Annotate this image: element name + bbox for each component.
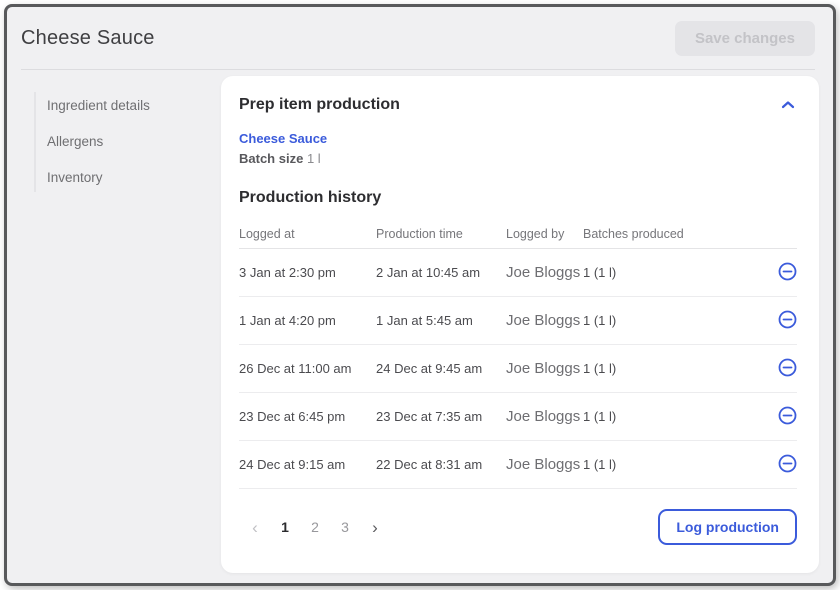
production-history-title: Production history — [239, 189, 797, 207]
page-header: Cheese Sauce Save changes — [7, 7, 833, 70]
minus-circle-icon — [778, 358, 797, 377]
remove-entry-button[interactable] — [778, 262, 797, 281]
table-header-row: Logged at Production time Logged by Batc… — [239, 219, 797, 249]
cell-logged-at: 24 Dec at 9:15 am — [239, 457, 376, 472]
sidebar-item-ingredient-details[interactable]: Ingredient details — [47, 92, 221, 120]
cell-batches-produced: 1 (1 l) — [583, 265, 761, 280]
panel-title: Prep item production — [239, 96, 400, 114]
pagination-page-2[interactable]: 2 — [305, 517, 325, 537]
cell-logged-at: 3 Jan at 2:30 pm — [239, 265, 376, 280]
cell-production-time: 23 Dec at 7:35 am — [376, 409, 506, 424]
cell-logged-at: 23 Dec at 6:45 pm — [239, 409, 376, 424]
column-header-production-time: Production time — [376, 227, 506, 241]
remove-entry-button[interactable] — [778, 310, 797, 329]
table-row: 3 Jan at 2:30 pm 2 Jan at 10:45 am Joe B… — [239, 249, 797, 297]
sidebar: Ingredient details Allergens Inventory — [7, 70, 221, 583]
table-footer: ‹ 1 2 3 › Log production — [239, 509, 797, 545]
batch-size-label: Batch size — [239, 151, 303, 166]
minus-circle-icon — [778, 454, 797, 473]
production-history-table: Logged at Production time Logged by Batc… — [239, 219, 797, 489]
sidebar-item-allergens[interactable]: Allergens — [47, 128, 221, 156]
cell-batches-produced: 1 (1 l) — [583, 457, 761, 472]
pagination: ‹ 1 2 3 › — [245, 517, 385, 538]
cell-batches-produced: 1 (1 l) — [583, 313, 761, 328]
cell-production-time: 2 Jan at 10:45 am — [376, 265, 506, 280]
cell-logged-at: 26 Dec at 11:00 am — [239, 361, 376, 376]
column-header-logged-at: Logged at — [239, 227, 376, 241]
sidebar-item-inventory[interactable]: Inventory — [47, 164, 221, 192]
cell-production-time: 22 Dec at 8:31 am — [376, 457, 506, 472]
cell-production-time: 24 Dec at 9:45 am — [376, 361, 506, 376]
cell-logged-by: Joe Bloggs — [506, 456, 583, 473]
prep-item-production-panel: Prep item production Cheese Sauce Batch … — [221, 76, 819, 573]
save-button[interactable]: Save changes — [675, 21, 815, 56]
remove-entry-button[interactable] — [778, 454, 797, 473]
cell-logged-at: 1 Jan at 4:20 pm — [239, 313, 376, 328]
table-row: 23 Dec at 6:45 pm 23 Dec at 7:35 am Joe … — [239, 393, 797, 441]
cell-logged-by: Joe Bloggs — [506, 312, 583, 329]
log-production-button[interactable]: Log production — [658, 509, 797, 545]
pagination-prev-icon[interactable]: ‹ — [245, 517, 265, 538]
prep-item-link[interactable]: Cheese Sauce — [239, 131, 797, 146]
cell-batches-produced: 1 (1 l) — [583, 361, 761, 376]
pagination-next-icon[interactable]: › — [365, 517, 385, 538]
cell-production-time: 1 Jan at 5:45 am — [376, 313, 506, 328]
column-header-logged-by: Logged by — [506, 227, 583, 241]
app-window: Cheese Sauce Save changes Ingredient det… — [4, 4, 836, 586]
cell-logged-by: Joe Bloggs — [506, 264, 583, 281]
collapse-panel-button[interactable] — [779, 98, 797, 112]
table-row: 26 Dec at 11:00 am 24 Dec at 9:45 am Joe… — [239, 345, 797, 393]
table-row: 1 Jan at 4:20 pm 1 Jan at 5:45 am Joe Bl… — [239, 297, 797, 345]
page-title: Cheese Sauce — [21, 27, 155, 50]
column-header-batches-produced: Batches produced — [583, 227, 761, 241]
cell-logged-by: Joe Bloggs — [506, 408, 583, 425]
minus-circle-icon — [778, 406, 797, 425]
minus-circle-icon — [778, 310, 797, 329]
cell-logged-by: Joe Bloggs — [506, 360, 583, 377]
batch-size-value: 1 l — [307, 151, 321, 166]
minus-circle-icon — [778, 262, 797, 281]
pagination-page-1[interactable]: 1 — [275, 517, 295, 537]
remove-entry-button[interactable] — [778, 406, 797, 425]
table-row: 24 Dec at 9:15 am 22 Dec at 8:31 am Joe … — [239, 441, 797, 489]
chevron-up-icon — [781, 100, 795, 110]
batch-size-line: Batch size 1 l — [239, 151, 797, 166]
pagination-page-3[interactable]: 3 — [335, 517, 355, 537]
cell-batches-produced: 1 (1 l) — [583, 409, 761, 424]
remove-entry-button[interactable] — [778, 358, 797, 377]
